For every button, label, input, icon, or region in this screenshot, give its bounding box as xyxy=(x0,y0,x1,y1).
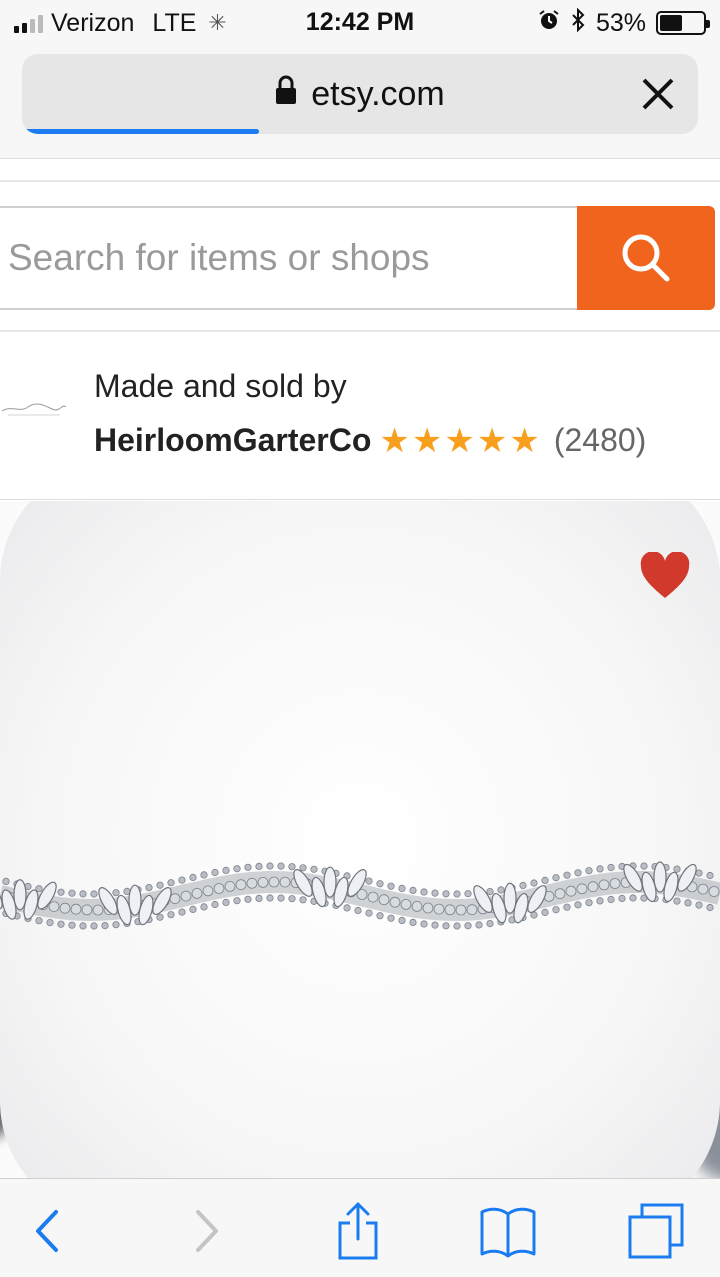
bookmarks-icon xyxy=(480,1207,536,1258)
rhinestone-belt-illustration xyxy=(0,861,720,930)
star-icon: ★ xyxy=(411,421,443,460)
battery-icon xyxy=(656,11,710,35)
address-bar[interactable]: etsy.com xyxy=(22,54,698,134)
forward-button[interactable] xyxy=(174,1199,238,1263)
page-load-progress xyxy=(22,129,698,134)
search-button[interactable] xyxy=(577,206,715,310)
url-text: etsy.com xyxy=(311,74,445,113)
tabs-icon xyxy=(628,1203,684,1259)
made-by-label: Made and sold by xyxy=(94,368,347,404)
bluetooth-icon xyxy=(570,7,586,39)
star-icon: ★ xyxy=(444,421,475,460)
search-icon xyxy=(622,234,670,282)
tabs-button[interactable] xyxy=(624,1199,688,1263)
shop-logo[interactable] xyxy=(0,383,70,433)
heart-icon xyxy=(640,552,690,598)
browser-chrome: etsy.com xyxy=(0,46,720,158)
share-button[interactable] xyxy=(326,1199,390,1263)
close-icon xyxy=(642,78,674,110)
shop-name-link[interactable]: HeirloomGarterCo xyxy=(94,422,371,459)
divider xyxy=(0,330,720,338)
url-display[interactable]: etsy.com xyxy=(22,54,698,134)
back-button[interactable] xyxy=(16,1199,80,1263)
star-icon: ★ xyxy=(476,421,508,460)
browser-toolbar xyxy=(0,1178,720,1277)
review-count[interactable]: (2480) xyxy=(554,422,647,459)
lock-icon xyxy=(275,75,297,114)
seller-info: Made and sold by HeirloomGarterCo ★ ★ ★ ★ ★ … xyxy=(0,338,720,500)
star-icon: ★ xyxy=(379,421,410,460)
star-icon: ★ xyxy=(509,421,540,460)
search-input[interactable] xyxy=(0,206,578,310)
status-right: 53% xyxy=(538,7,710,39)
alarm-icon xyxy=(538,9,560,38)
mannequin-torso xyxy=(0,501,720,1178)
back-icon xyxy=(36,1210,58,1252)
forward-icon xyxy=(196,1210,218,1252)
product-image[interactable] xyxy=(0,501,720,1178)
search-bar xyxy=(0,206,720,310)
rating-stars: ★ ★ ★ ★ ★ xyxy=(379,423,539,459)
share-icon xyxy=(338,1202,378,1260)
shop-line: HeirloomGarterCo ★ ★ ★ ★ ★ (2480) xyxy=(94,422,646,459)
page-top-strip xyxy=(0,158,720,182)
status-bar: Verizon LTE ✳ 12:42 PM 53% xyxy=(0,0,720,46)
stop-loading-button[interactable] xyxy=(638,74,678,114)
battery-percent: 53% xyxy=(595,8,646,37)
favorite-button[interactable] xyxy=(630,541,700,611)
bookmarks-button[interactable] xyxy=(476,1199,540,1263)
